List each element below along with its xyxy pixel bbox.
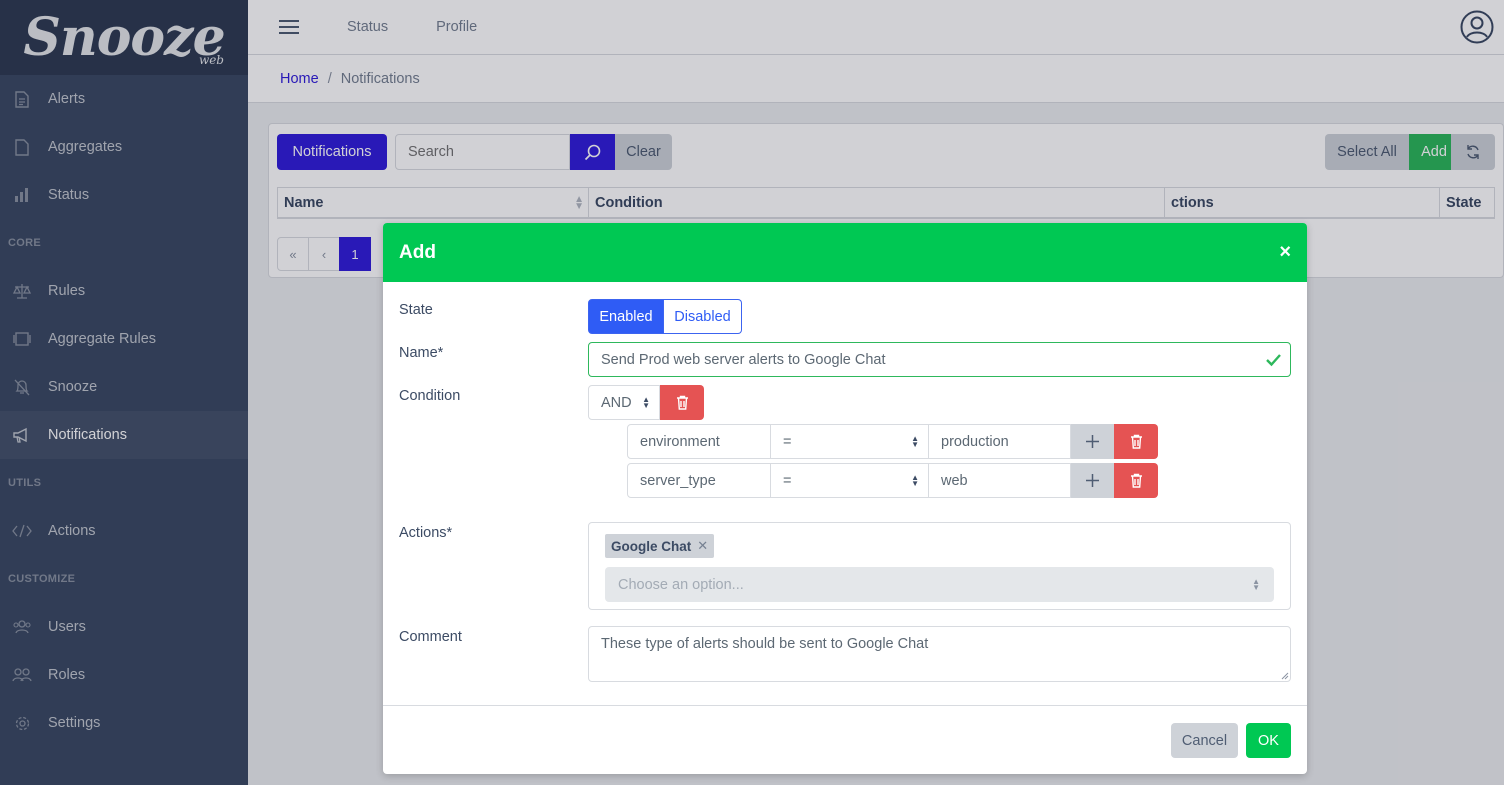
select-arrows-icon: ▲ ▼ <box>642 395 650 410</box>
actions-multiselect: Google Chat ✕ Choose an option... ▲ ▼ <box>588 522 1291 610</box>
trash-icon <box>676 395 688 410</box>
condition-row: environment = ▲ ▼ production <box>627 424 1160 459</box>
trash-icon <box>1130 434 1142 449</box>
logic-operator-select[interactable]: AND ▲ ▼ <box>588 385 660 420</box>
modal-title: Add <box>399 241 436 263</box>
modal-header: Add × <box>383 223 1307 282</box>
close-icon[interactable]: × <box>1279 242 1291 262</box>
name-field[interactable]: Send Prod web server alerts to Google Ch… <box>588 342 1291 377</box>
logic-operator-value: AND <box>601 394 632 411</box>
condition-operator-value: = <box>783 472 792 489</box>
select-arrows-icon: ▲ ▼ <box>1252 577 1260 592</box>
condition-operator-select[interactable]: = ▲ ▼ <box>770 463 929 498</box>
comment-label: Comment <box>399 629 462 645</box>
condition-value-input[interactable]: web <box>928 463 1071 498</box>
condition-field-input[interactable]: server_type <box>627 463 771 498</box>
plus-icon <box>1086 435 1099 448</box>
condition-operator-select[interactable]: = ▲ ▼ <box>770 424 929 459</box>
ok-button[interactable]: OK <box>1246 723 1291 758</box>
add-condition-button[interactable] <box>1071 463 1114 498</box>
condition-field-value: environment <box>640 433 720 450</box>
condition-label: Condition <box>399 388 461 404</box>
condition-value-input[interactable]: production <box>928 424 1071 459</box>
select-arrows-icon: ▲ ▼ <box>911 473 919 488</box>
name-field-value: Send Prod web server alerts to Google Ch… <box>601 351 886 368</box>
name-label: Name* <box>399 345 444 361</box>
condition-field-input[interactable]: environment <box>627 424 771 459</box>
condition-field-value: server_type <box>640 472 716 489</box>
condition-row: server_type = ▲ ▼ web <box>627 463 1160 498</box>
condition-value-text: web <box>941 472 968 489</box>
actions-select[interactable]: Choose an option... ▲ ▼ <box>605 567 1274 602</box>
trash-icon <box>1130 473 1142 488</box>
state-enabled-button[interactable]: Enabled <box>588 299 664 334</box>
delete-condition-button[interactable] <box>1114 424 1158 459</box>
add-modal: Add × State Enabled Disabled Name* Send … <box>383 223 1307 774</box>
remove-tag-icon[interactable]: ✕ <box>697 538 708 554</box>
plus-icon <box>1086 474 1099 487</box>
add-condition-button[interactable] <box>1071 424 1114 459</box>
delete-condition-group-button[interactable] <box>660 385 704 420</box>
check-icon <box>1266 354 1281 367</box>
condition-operator-value: = <box>783 433 792 450</box>
comment-value: These type of alerts should be sent to G… <box>601 636 929 652</box>
state-disabled-button[interactable]: Disabled <box>664 299 742 334</box>
delete-condition-button[interactable] <box>1114 463 1158 498</box>
comment-textarea[interactable]: These type of alerts should be sent to G… <box>588 626 1291 682</box>
state-label: State <box>399 302 433 318</box>
state-toggle: Enabled Disabled <box>588 299 742 334</box>
cancel-button[interactable]: Cancel <box>1171 723 1238 758</box>
selected-action-tag: Google Chat ✕ <box>605 534 715 558</box>
modal-footer: Cancel OK <box>383 705 1307 774</box>
select-arrows-icon: ▲ ▼ <box>911 434 919 449</box>
actions-select-placeholder: Choose an option... <box>618 576 744 593</box>
actions-label: Actions* <box>399 525 453 541</box>
condition-value-text: production <box>941 433 1009 450</box>
tag-label: Google Chat <box>611 538 692 554</box>
resize-handle-icon[interactable] <box>1281 672 1289 680</box>
